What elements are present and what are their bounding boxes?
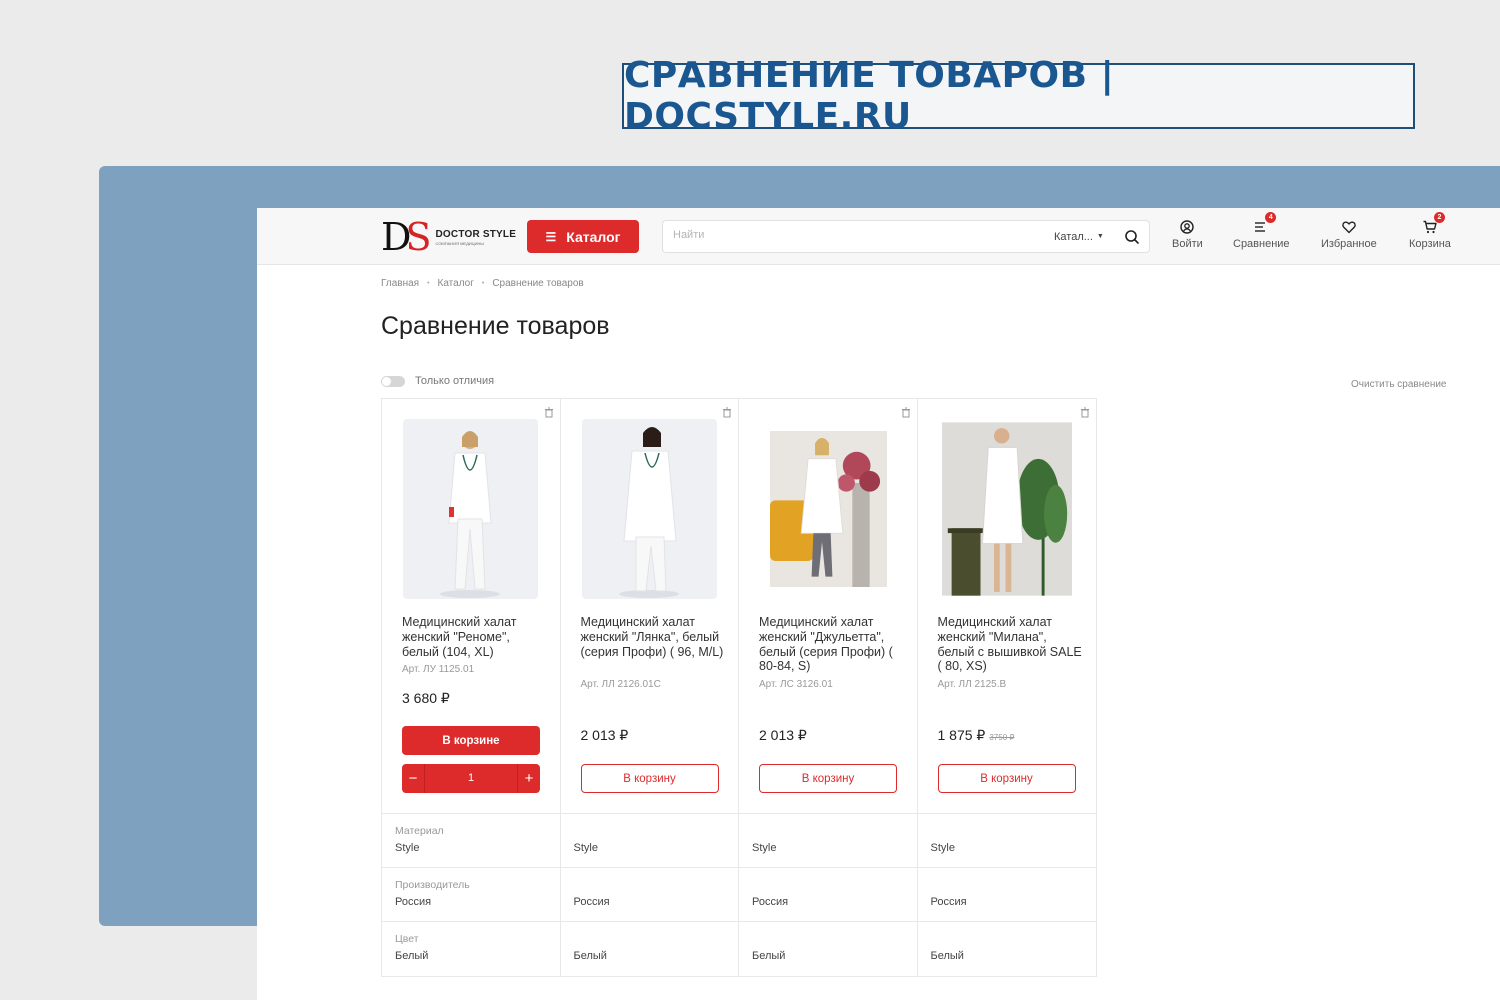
product-name[interactable]: Медицинский халат женский "Лянка", белый… — [581, 615, 726, 659]
quantity-value[interactable]: 1 — [424, 764, 518, 793]
breadcrumb: Главная • Каталог • Сравнение товаров — [381, 278, 584, 289]
property-value: Россия — [930, 896, 967, 908]
search-input[interactable] — [673, 229, 1023, 241]
logo-tagline: СОМПАНИЯ МЕДИЦИНЫ — [435, 240, 484, 246]
property-value: Белый — [395, 950, 429, 962]
trash-icon[interactable] — [722, 407, 732, 418]
nav-cart-label: Корзина — [1409, 238, 1451, 250]
product-card: Медицинский халат женский "Лянка", белый… — [561, 399, 739, 813]
property-value: Белый — [573, 950, 607, 962]
search-icon[interactable] — [1123, 228, 1141, 246]
catalog-button-label: Каталог — [566, 228, 621, 245]
property-value: Style — [395, 842, 420, 854]
product-price: 2 013 ₽ — [580, 727, 629, 743]
banner: СРАВНЕНИЕ ТОВАРОВ | DOCSTYLE.RU — [622, 55, 1415, 137]
product-article: Арт. ЛС 3126.01 — [759, 679, 833, 690]
breadcrumb-catalog[interactable]: Каталог — [438, 278, 474, 289]
product-photo[interactable] — [403, 419, 538, 599]
quantity-stepper: − 1 + — [402, 764, 540, 793]
add-to-cart-button[interactable]: В корзину — [759, 764, 897, 793]
increase-quantity-button[interactable]: + — [518, 770, 540, 787]
product-name[interactable]: Медицинский халат женский "Реноме", белы… — [402, 615, 547, 659]
breadcrumb-separator: • — [427, 280, 430, 287]
property-value: Россия — [395, 896, 432, 908]
property-label: Цвет — [395, 933, 419, 945]
user-circle-icon — [1180, 220, 1195, 234]
product-price: 1 875 ₽3750 ₽ — [937, 727, 1015, 743]
site-logo[interactable]: DS DOCTOR STYLE СОМПАНИЯ МЕДИЦИНЫ — [381, 218, 516, 256]
property-value: Style — [930, 842, 955, 854]
heart-icon — [1342, 221, 1356, 234]
logo-mark: DS — [381, 215, 432, 259]
banner-title: СРАВНЕНИЕ ТОВАРОВ | DOCSTYLE.RU — [624, 55, 1115, 137]
nav-compare[interactable]: 4 Сравнение — [1233, 212, 1290, 250]
old-price: 3750 ₽ — [989, 733, 1015, 742]
add-to-cart-button[interactable]: В корзину — [937, 764, 1076, 793]
property-value: Белый — [752, 950, 786, 962]
property-label: Материал — [395, 825, 444, 837]
only-differences-toggle[interactable] — [381, 375, 405, 387]
site-header: DS DOCTOR STYLE СОМПАНИЯ МЕДИЦИНЫ ☰ Ката… — [257, 208, 1500, 265]
product-card: Медицинский халат женский "Милана", белы… — [918, 399, 1097, 813]
in-cart-button[interactable]: В корзине — [402, 726, 540, 755]
breadcrumb-separator: • — [481, 280, 485, 287]
decrease-quantity-button[interactable]: − — [402, 770, 424, 787]
compare-count-badge: 4 — [1265, 212, 1277, 223]
nav-login[interactable]: Войти — [1172, 219, 1203, 250]
product-price: 2 013 ₽ — [759, 727, 807, 743]
property-row-manufacturer: Производитель Россия Россия Россия Россия — [382, 868, 1096, 922]
product-article: Арт. ЛУ 1125.01 — [402, 664, 475, 675]
only-differences-label: Только отличия — [415, 375, 495, 387]
property-row-color: Цвет Белый Белый Белый Белый — [382, 922, 1096, 976]
trash-icon[interactable] — [901, 407, 911, 418]
property-value: Style — [573, 842, 598, 854]
catalog-button[interactable]: ☰ Каталог — [527, 220, 639, 253]
nav-favorites[interactable]: Избранное — [1321, 219, 1377, 250]
nav-favorites-label: Избранное — [1321, 238, 1377, 250]
product-photo[interactable] — [770, 419, 887, 599]
menu-list-icon: ☰ — [545, 229, 557, 244]
product-cards-row: Медицинский халат женский "Реноме", белы… — [382, 399, 1096, 814]
browser-page: DS DOCTOR STYLE СОМПАНИЯ МЕДИЦИНЫ ☰ Ката… — [257, 208, 1500, 1000]
property-value: Style — [752, 842, 777, 854]
nav-compare-label: Сравнение — [1233, 238, 1290, 250]
product-photo[interactable] — [941, 419, 1072, 599]
product-name[interactable]: Медицинский халат женский "Джульетта", б… — [759, 615, 904, 674]
property-value: Россия — [573, 896, 610, 908]
logo-name: DOCTOR STYLE — [435, 228, 517, 240]
cart-count-badge: 2 — [1433, 212, 1445, 223]
only-differences-toggle-row: Только отличия — [381, 375, 494, 387]
product-article: Арт. ЛЛ 2126.01C — [580, 679, 661, 690]
product-card: Медицинский халат женский "Джульетта", б… — [739, 399, 918, 813]
nav-cart[interactable]: 2 Корзина — [1409, 212, 1451, 250]
trash-icon[interactable] — [544, 407, 554, 418]
product-article: Арт. ЛЛ 2125.В — [937, 679, 1007, 690]
trash-icon[interactable] — [1080, 407, 1090, 418]
nav-login-label: Войти — [1172, 238, 1203, 250]
product-name[interactable]: Медицинский халат женский "Милана", белы… — [938, 615, 1083, 674]
property-value: Белый — [930, 950, 964, 962]
caret-down-icon: ▼ — [1096, 233, 1104, 240]
breadcrumb-home[interactable]: Главная — [381, 278, 419, 289]
add-to-cart-button[interactable]: В корзину — [580, 764, 719, 793]
search-scope-select[interactable]: Катал... ▼ — [1054, 231, 1104, 243]
comparison-table: Медицинский халат женский "Реноме", белы… — [381, 398, 1097, 977]
page-title: Сравнение товаров — [381, 312, 610, 340]
product-card: Медицинский халат женский "Реноме", белы… — [382, 399, 561, 813]
product-price: 3 680 ₽ — [402, 690, 450, 706]
property-value: Россия — [752, 896, 789, 908]
breadcrumb-current: Сравнение товаров — [492, 278, 584, 289]
search-bar: Катал...▼ — [662, 220, 1150, 253]
property-row-material: Материал Style Style Style Style — [382, 814, 1096, 868]
clear-comparison-link[interactable]: Очистить сравнение — [1351, 379, 1447, 390]
product-photo[interactable] — [581, 419, 717, 599]
property-label: Производитель — [395, 879, 470, 891]
